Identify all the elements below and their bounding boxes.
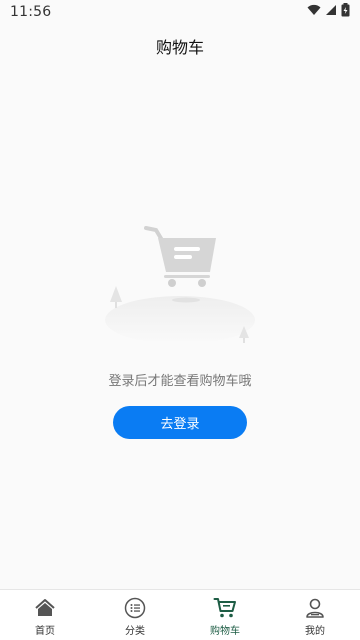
cart-screen: 11:56 购物车 登录后才能查看购物车哦 去登录 首页 分类 购物车 我的: [0, 0, 360, 640]
tab-home[interactable]: 首页: [0, 590, 90, 640]
tab-label-home: 首页: [35, 626, 55, 637]
tab-label-cart: 购物车: [210, 626, 240, 637]
status-bar: 11:56: [0, 0, 360, 24]
status-time: 11:56: [10, 4, 52, 20]
page-header: 购物车: [0, 24, 360, 68]
tab-label-profile: 我的: [305, 626, 325, 637]
tab-category[interactable]: 分类: [90, 590, 180, 640]
category-icon: [123, 596, 147, 620]
status-icons: [307, 3, 350, 21]
empty-cart-illustration: [100, 220, 260, 360]
tab-cart[interactable]: 购物车: [180, 590, 270, 640]
signal-icon: [325, 4, 337, 20]
home-icon: [33, 596, 57, 620]
login-button[interactable]: 去登录: [113, 406, 247, 439]
tab-profile[interactable]: 我的: [270, 590, 360, 640]
wifi-icon: [307, 4, 321, 20]
profile-icon: [303, 596, 327, 620]
battery-icon: [341, 3, 350, 21]
tab-label-category: 分类: [125, 626, 145, 637]
cart-icon: [213, 596, 237, 620]
page-title: 购物车: [155, 38, 204, 57]
bottom-tab-bar: 首页 分类 购物车 我的: [0, 589, 360, 640]
empty-cart-message: 登录后才能查看购物车哦: [108, 374, 252, 389]
